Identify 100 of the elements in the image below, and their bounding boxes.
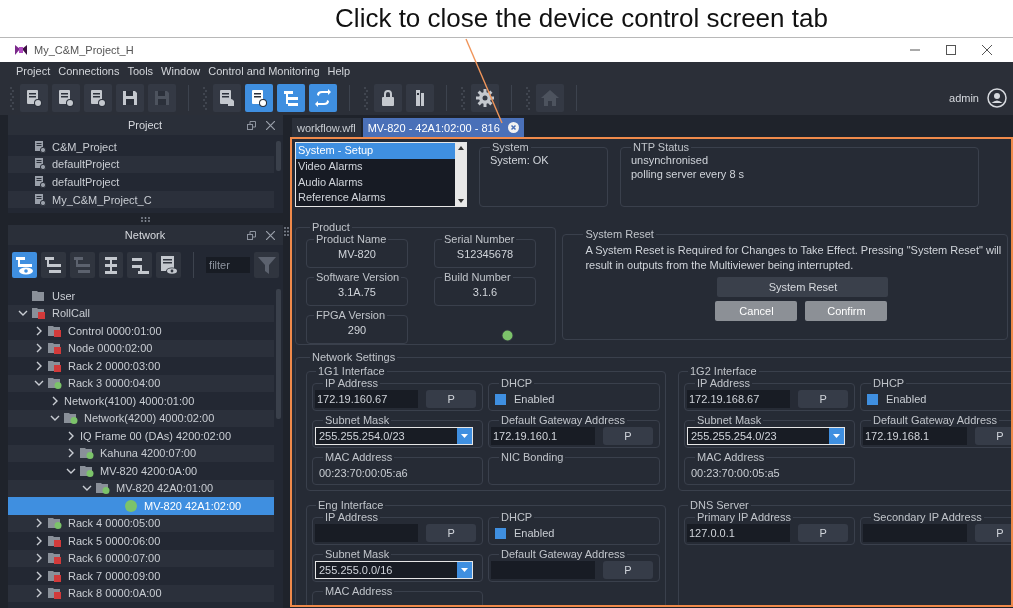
scrollbar[interactable] xyxy=(276,289,281,419)
scrollbar[interactable] xyxy=(455,143,466,206)
menu-item[interactable]: Window xyxy=(157,65,205,77)
tree-item[interactable]: Rack 7 0000:09:00 xyxy=(8,567,274,585)
chevron-right-icon[interactable] xyxy=(34,535,44,546)
checkbox[interactable] xyxy=(495,527,506,539)
menu-item[interactable]: Help xyxy=(323,65,355,77)
input-field[interactable]: 127.0.0.1 xyxy=(687,524,791,542)
menu-item[interactable]: Control and Monitoring xyxy=(204,65,324,77)
p-button[interactable]: P xyxy=(798,390,848,408)
user-avatar-icon[interactable] xyxy=(987,87,1007,108)
tab[interactable]: workflow.wfl xyxy=(292,118,361,137)
close-icon[interactable] xyxy=(982,45,992,55)
checkbox[interactable] xyxy=(867,393,878,405)
p-button[interactable]: P xyxy=(602,561,653,579)
project-item[interactable]: defaultProject xyxy=(8,173,274,191)
chevron-right-icon[interactable] xyxy=(50,395,60,406)
list-item[interactable]: Audio Alarms xyxy=(296,174,455,191)
input-field[interactable]: 172.19.160.67 xyxy=(315,390,419,408)
filter-field[interactable]: filter xyxy=(206,257,251,273)
field-label: FPGA Version xyxy=(315,309,387,321)
tree-item[interactable]: Rack 3 0000:04:00 xyxy=(8,374,274,392)
section-list[interactable]: System - Setup Video Alarms Audio Alarms Reference Alarms xyxy=(295,142,467,207)
toolbar-button[interactable] xyxy=(406,83,434,112)
chevron-right-icon[interactable] xyxy=(34,588,44,599)
menu-item[interactable]: Connections xyxy=(54,65,124,77)
toolbar-button[interactable] xyxy=(374,83,402,112)
view-button[interactable] xyxy=(127,252,153,278)
chevron-right-icon[interactable] xyxy=(34,360,44,371)
toolbar-button[interactable] xyxy=(116,83,144,112)
input-field[interactable]: 172.19.160.1 xyxy=(491,427,595,445)
tree-item[interactable]: Kahuna 4200:07:00 xyxy=(8,444,274,462)
toolbar-button[interactable] xyxy=(20,83,48,112)
tree-item[interactable]: Control 0000:01:00 xyxy=(8,322,274,340)
chevron-right-icon[interactable] xyxy=(34,518,44,529)
project-item[interactable]: C&M_Project xyxy=(8,138,274,156)
tree-item[interactable]: Network(4100) 4000:01:00 xyxy=(8,392,274,410)
list-item[interactable]: Reference Alarms xyxy=(296,190,455,207)
close-icon[interactable] xyxy=(266,120,275,130)
tree-item[interactable]: Rack 6 0000:07:00 xyxy=(8,549,274,567)
close-icon[interactable] xyxy=(507,122,519,133)
toolbar-button[interactable] xyxy=(471,83,499,112)
scrollbar[interactable] xyxy=(276,141,281,171)
input-field[interactable] xyxy=(315,524,419,542)
chevron-right-icon[interactable] xyxy=(34,343,44,354)
list-item[interactable]: Video Alarms xyxy=(296,158,455,175)
grip-icon[interactable] xyxy=(284,227,289,236)
undock-icon[interactable] xyxy=(247,120,256,130)
checkbox[interactable] xyxy=(495,393,506,405)
tree-item[interactable]: Node 0000:02:00 xyxy=(8,339,274,357)
toolbar-button[interactable] xyxy=(309,83,337,112)
system-reset-button[interactable]: System Reset xyxy=(717,277,889,297)
tab[interactable]: MV-820 - 42A1:02:00 - 816 xyxy=(362,118,524,137)
p-button[interactable]: P xyxy=(426,390,476,408)
chevron-right-icon[interactable] xyxy=(34,553,44,564)
field-label: NIC Bonding xyxy=(500,451,565,463)
group-title: System xyxy=(491,141,530,153)
toolbar-button[interactable] xyxy=(52,83,80,112)
toolbar-button[interactable] xyxy=(84,83,112,112)
project-item[interactable]: My_C&M_Project_C xyxy=(8,190,274,209)
tree-item[interactable]: MV-820 4200:0A:00 xyxy=(8,462,274,480)
toolbar-button[interactable] xyxy=(213,83,241,112)
p-button[interactable]: P xyxy=(426,524,476,542)
p-button[interactable]: P xyxy=(798,524,848,542)
view-button[interactable] xyxy=(98,252,124,278)
project-item[interactable]: defaultProject xyxy=(8,155,274,174)
undock-icon[interactable] xyxy=(247,230,256,240)
tree-item[interactable]: RollCall xyxy=(8,304,274,322)
p-button[interactable]: P xyxy=(974,427,1011,445)
p-button[interactable]: P xyxy=(974,524,1011,542)
chevron-right-icon[interactable] xyxy=(34,570,44,581)
grip-icon[interactable] xyxy=(141,216,150,222)
dropdown[interactable]: 255.255.254.0/23 xyxy=(687,427,845,445)
checkbox-label: Enabled xyxy=(514,393,555,405)
tree-item[interactable]: Rack 5 0000:06:00 xyxy=(8,532,274,550)
p-button[interactable]: P xyxy=(602,427,653,445)
tree-item[interactable]: MV-820 42A0:01:00 xyxy=(8,479,274,497)
input-field[interactable] xyxy=(491,561,595,579)
tree-item[interactable]: Rack 8 0000:0A:00 xyxy=(8,584,274,602)
chevron-right-icon[interactable] xyxy=(66,448,76,459)
chevron-right-icon[interactable] xyxy=(66,430,76,441)
maximize-icon[interactable] xyxy=(946,45,956,55)
tree-item[interactable]: IQ Frame 00 (DAs) 4200:02:00 xyxy=(8,427,274,445)
close-icon[interactable] xyxy=(266,230,275,240)
menu-item[interactable]: Project xyxy=(12,65,55,77)
input-field[interactable]: 172.19.168.1 xyxy=(863,427,967,445)
tree-item[interactable]: User xyxy=(8,287,274,305)
view-button[interactable] xyxy=(156,252,182,278)
view-button[interactable] xyxy=(40,252,66,278)
menu-item[interactable]: Tools xyxy=(123,65,158,77)
toolbar-button[interactable] xyxy=(277,83,305,112)
input-field[interactable]: 172.19.168.67 xyxy=(687,390,791,408)
tree-item[interactable]: Network(4200) 4000:02:00 xyxy=(8,409,274,427)
chevron-right-icon[interactable] xyxy=(34,325,44,336)
dropdown[interactable]: 255.255.254.0/23 xyxy=(315,427,473,445)
input-field[interactable] xyxy=(863,524,967,542)
toolbar-button[interactable] xyxy=(245,83,273,112)
dropdown[interactable]: 255.255.0.0/16 xyxy=(315,561,473,579)
tree-item[interactable]: Rack 2 0000:03:00 xyxy=(8,357,274,375)
group-title: NTP Status xyxy=(632,141,691,153)
